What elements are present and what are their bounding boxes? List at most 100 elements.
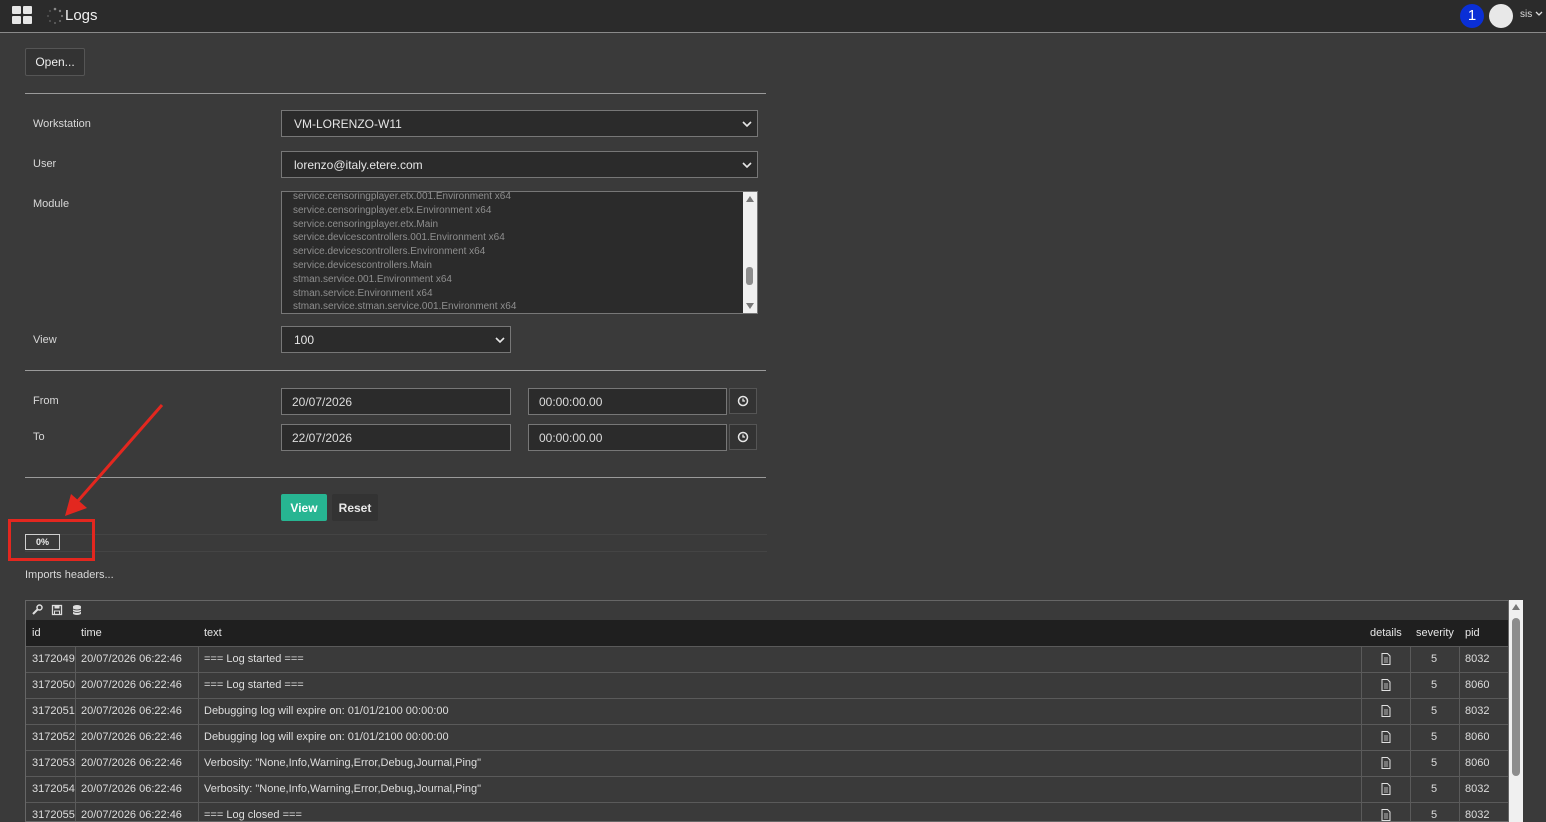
from-date-input[interactable]: 20/07/2026: [281, 388, 511, 415]
view-button[interactable]: View: [281, 494, 327, 521]
column-divider: [1410, 725, 1411, 750]
to-label: To: [33, 431, 45, 443]
apps-grid-icon[interactable]: [12, 6, 32, 24]
user-select[interactable]: lorenzo@italy.etere.com: [281, 151, 758, 178]
to-date-input[interactable]: 22/07/2026: [281, 424, 511, 451]
column-divider: [198, 673, 199, 698]
column-divider: [1361, 751, 1362, 776]
cell-time: 20/07/2026 06:22:46: [81, 653, 182, 665]
loading-spinner-icon: [47, 7, 64, 24]
cell-severity: 5: [1431, 757, 1438, 769]
user-menu[interactable]: sis: [1520, 9, 1543, 20]
to-time-picker-button[interactable]: [729, 424, 757, 450]
cell-id: 3172055: [32, 809, 75, 821]
column-header-pid[interactable]: pid: [1465, 620, 1480, 646]
grid-toolbar: [26, 601, 1508, 620]
column-divider: [1361, 673, 1362, 698]
document-details-icon[interactable]: [1381, 731, 1391, 743]
module-option[interactable]: stman.service.Environment x64: [293, 287, 741, 301]
column-divider: [75, 647, 76, 672]
cell-pid: 8032: [1465, 653, 1490, 665]
grid-header-row: id time text details severity pid: [26, 620, 1508, 646]
table-row[interactable]: 3172053 20/07/2026 06:22:46 Verbosity: "No…: [26, 750, 1508, 776]
cell-id: 3172051: [32, 705, 75, 717]
cell-time: 20/07/2026 06:22:46: [81, 757, 182, 769]
cell-id: 3172050: [32, 679, 75, 691]
grid-scrollbar[interactable]: [1509, 600, 1523, 822]
column-header-text[interactable]: text: [204, 620, 222, 646]
document-details-icon[interactable]: [1381, 809, 1391, 821]
module-label: Module: [33, 198, 70, 210]
workstation-label: Workstation: [33, 118, 91, 130]
column-header-id[interactable]: id: [32, 620, 41, 646]
module-option[interactable]: service.censoringplayer.etx.Main: [293, 218, 741, 232]
table-row[interactable]: 3172052 20/07/2026 06:22:46 Debugging log …: [26, 724, 1508, 750]
scrollbar-thumb[interactable]: [1512, 618, 1520, 776]
user-label: User: [33, 158, 57, 170]
progress-status: Imports headers...: [25, 569, 114, 581]
module-option[interactable]: service.censoringplayer.etx.001.Environm…: [293, 192, 741, 204]
document-details-icon[interactable]: [1381, 653, 1391, 665]
module-option[interactable]: service.devicescontrollers.Main: [293, 259, 741, 273]
column-header-time[interactable]: time: [81, 620, 102, 646]
column-divider: [1459, 699, 1460, 724]
to-time-input[interactable]: 00:00:00.00: [528, 424, 727, 451]
column-header-severity[interactable]: severity: [1416, 620, 1454, 646]
cell-time: 20/07/2026 06:22:46: [81, 705, 182, 717]
column-divider: [1361, 725, 1362, 750]
cell-text: Debugging log will expire on: 01/01/2100…: [204, 705, 449, 717]
cell-time: 20/07/2026 06:22:46: [81, 783, 182, 795]
wrench-icon[interactable]: [31, 604, 43, 616]
module-scrollbar[interactable]: [743, 192, 757, 313]
scroll-up-arrow-icon[interactable]: [746, 196, 754, 202]
notification-badge[interactable]: 1: [1460, 4, 1484, 28]
cell-time: 20/07/2026 06:22:46: [81, 679, 182, 691]
cell-pid: 8032: [1465, 809, 1490, 821]
scrollbar-thumb[interactable]: [746, 267, 753, 285]
cell-pid: 8060: [1465, 731, 1490, 743]
scroll-up-arrow-icon[interactable]: [1512, 604, 1520, 610]
document-details-icon[interactable]: [1381, 679, 1391, 691]
module-option[interactable]: stman.service.001.Environment x64: [293, 273, 741, 287]
cell-text: === Log closed ===: [204, 809, 302, 821]
clock-icon: [737, 395, 749, 407]
table-row[interactable]: 3172054 20/07/2026 06:22:46 Verbosity: "No…: [26, 776, 1508, 802]
column-divider: [198, 647, 199, 672]
cell-severity: 5: [1431, 653, 1438, 665]
column-divider: [75, 673, 76, 698]
column-divider: [198, 803, 199, 821]
document-details-icon[interactable]: [1381, 757, 1391, 769]
workstation-select[interactable]: VM-LORENZO-W11: [281, 110, 758, 137]
scroll-down-arrow-icon[interactable]: [746, 303, 754, 309]
table-row[interactable]: 3172055 20/07/2026 06:22:46 === Log closed…: [26, 802, 1508, 821]
column-divider: [75, 803, 76, 821]
open-button[interactable]: Open...: [25, 48, 85, 76]
from-time-picker-button[interactable]: [729, 388, 757, 414]
chevron-down-icon: [495, 336, 505, 343]
module-option[interactable]: service.devicescontrollers.001.Environme…: [293, 231, 741, 245]
view-count-select[interactable]: 100: [281, 326, 511, 353]
reset-button[interactable]: Reset: [332, 494, 378, 521]
module-listbox[interactable]: service.censoringplayer.etx.001.Environm…: [281, 191, 758, 314]
column-divider: [1410, 673, 1411, 698]
divider: [25, 370, 766, 371]
avatar[interactable]: [1489, 4, 1513, 28]
user-name-label: sis: [1520, 9, 1533, 20]
cell-id: 3172053: [32, 757, 75, 769]
view-count-value: 100: [294, 332, 315, 347]
column-header-details[interactable]: details: [1370, 620, 1402, 646]
table-row[interactable]: 3172051 20/07/2026 06:22:46 Debugging log …: [26, 698, 1508, 724]
table-row[interactable]: 3172049 20/07/2026 06:22:46 === Log starte…: [26, 646, 1508, 672]
save-icon[interactable]: [51, 604, 63, 616]
database-icon[interactable]: [71, 604, 83, 616]
from-time-input[interactable]: 00:00:00.00: [528, 388, 727, 415]
document-details-icon[interactable]: [1381, 783, 1391, 795]
column-divider: [1361, 777, 1362, 802]
module-option[interactable]: stman.service.stman.service.001.Environm…: [293, 300, 741, 313]
module-option[interactable]: service.censoringplayer.etx.Environment …: [293, 204, 741, 218]
table-row[interactable]: 3172050 20/07/2026 06:22:46 === Log starte…: [26, 672, 1508, 698]
column-divider: [1459, 803, 1460, 821]
column-divider: [75, 699, 76, 724]
module-option[interactable]: service.devicescontrollers.Environment x…: [293, 245, 741, 259]
document-details-icon[interactable]: [1381, 705, 1391, 717]
